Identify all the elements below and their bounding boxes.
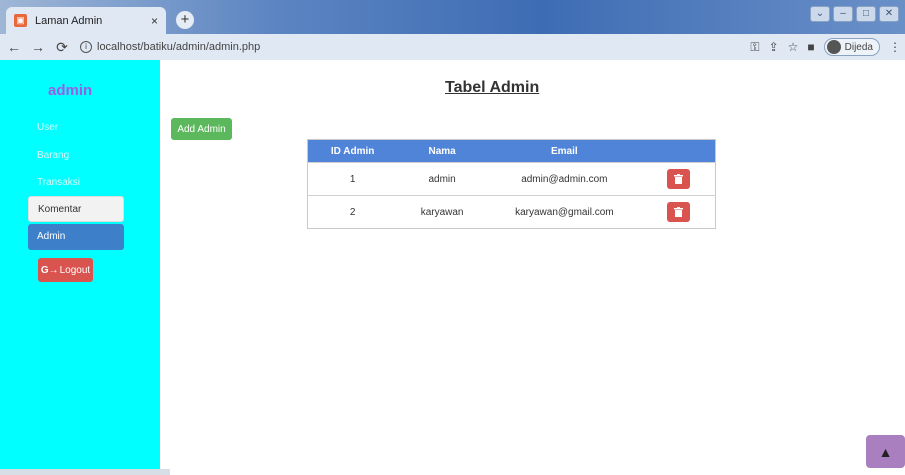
table-row: 1 admin admin@admin.com	[307, 162, 716, 196]
header-email: Email	[486, 139, 642, 163]
url-field[interactable]: i localhost/batiku/admin/admin.php	[80, 41, 260, 53]
table-header-row: ID Admin Nama Email	[307, 139, 716, 163]
chevron-up-icon: ▲	[878, 443, 893, 460]
admin-table: ID Admin Nama Email 1 admin admin@admin.…	[307, 139, 716, 229]
url-text: localhost/batiku/admin/admin.php	[97, 41, 261, 53]
sidebar-item-barang[interactable]: Barang	[28, 143, 124, 169]
cell-id: 1	[307, 162, 398, 196]
logout-button[interactable]: G→ Logout	[38, 258, 93, 282]
cell-nama: karyawan	[397, 195, 487, 229]
table-row: 2 karyawan karyawan@gmail.com	[307, 195, 716, 229]
dropdown-icon[interactable]: ⌄	[810, 6, 830, 22]
add-admin-button[interactable]: Add Admin	[171, 118, 232, 140]
logout-icon: G→	[40, 264, 59, 276]
trash-icon	[673, 174, 683, 184]
sidebar-item-komentar[interactable]: Komentar	[28, 196, 124, 222]
cell-nama: admin	[397, 162, 487, 196]
maximize-icon[interactable]: □	[856, 6, 876, 22]
window-controls: ⌄ – □ ✕	[810, 6, 899, 22]
sidebar-brand: admin	[48, 82, 93, 99]
sidebar: admin User Barang Transaksi Komentar Adm…	[0, 60, 160, 475]
tab-close-icon[interactable]: ×	[151, 14, 158, 28]
site-favicon-icon: ▣	[14, 14, 27, 27]
avatar	[826, 40, 841, 54]
close-window-icon[interactable]: ✕	[879, 6, 899, 22]
tab-title: Laman Admin	[35, 14, 103, 27]
delete-button[interactable]	[666, 202, 690, 222]
key-icon[interactable]: ⚿	[750, 40, 759, 55]
cell-action	[641, 162, 716, 196]
share-icon[interactable]: ⇪	[769, 40, 779, 54]
sidebar-item-user[interactable]: User	[28, 115, 124, 141]
profile-button[interactable]: Dijeda	[823, 38, 880, 56]
cell-email: admin@admin.com	[486, 162, 642, 196]
page-title: Tabel Admin	[445, 79, 540, 96]
forward-icon[interactable]: →	[28, 39, 48, 55]
header-id: ID Admin	[307, 139, 398, 163]
address-bar: ← → ⟳ i localhost/batiku/admin/admin.php…	[0, 34, 905, 60]
cell-email: karyawan@gmail.com	[486, 195, 642, 229]
sidebar-item-transaksi[interactable]: Transaksi	[28, 170, 124, 196]
trash-icon	[673, 207, 683, 217]
profile-label: Dijeda	[844, 41, 873, 53]
minimize-icon[interactable]: –	[833, 6, 853, 22]
header-nama: Nama	[397, 139, 487, 163]
reload-icon[interactable]: ⟳	[52, 39, 72, 56]
logout-label: Logout	[59, 264, 91, 276]
header-action	[641, 139, 716, 163]
browser-tab[interactable]: ▣ Laman Admin ×	[6, 7, 166, 34]
menu-icon[interactable]: ⋮	[889, 40, 901, 54]
status-strip	[0, 469, 170, 475]
cell-id: 2	[307, 195, 398, 229]
browser-titlebar: ▣ Laman Admin × + ⌄ – □ ✕	[0, 0, 905, 34]
new-tab-button[interactable]: +	[176, 11, 194, 29]
star-icon[interactable]: ☆	[788, 40, 799, 54]
toolbar-right: ⚿ ⇪ ☆ ■ Dijeda ⋮	[750, 38, 901, 56]
sidebar-item-admin[interactable]: Admin	[28, 224, 124, 250]
scroll-to-top-button[interactable]: ▲	[866, 435, 905, 468]
delete-button[interactable]	[666, 169, 690, 189]
info-icon[interactable]: i	[80, 41, 92, 53]
back-icon[interactable]: ←	[4, 39, 24, 55]
sidepanel-icon[interactable]: ■	[807, 40, 814, 54]
cell-action	[641, 195, 716, 229]
